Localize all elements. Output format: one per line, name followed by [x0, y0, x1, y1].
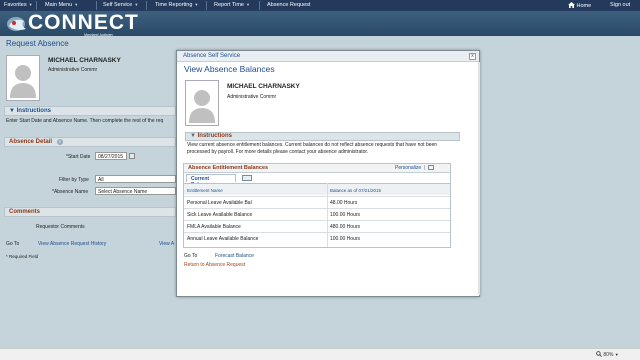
instructions-label: Instructions	[16, 108, 51, 114]
nav-favorites[interactable]: Favorites ▼	[4, 2, 33, 8]
personalize-link[interactable]: Personalize	[395, 165, 421, 171]
column-divider	[327, 183, 328, 247]
employee-photo	[6, 55, 40, 101]
nav-divider	[146, 1, 147, 10]
cell-entitlement: FMLA Available Balance	[187, 224, 241, 230]
close-icon[interactable]: x	[469, 53, 476, 60]
modal-employee-title: Administrative Commr	[227, 94, 277, 100]
grid-header-bar: Absence Entitlement Balances Personalize…	[184, 164, 450, 173]
modal-header-label: Absence Self Service	[183, 53, 241, 59]
nav-time-reporting-label: Time Reporting	[155, 2, 193, 8]
modal-instructions-text: View current absence entitlement balance…	[187, 142, 438, 155]
grid-column-header: Entitlement Name Balance as of 07/21/201…	[184, 183, 450, 195]
grid-title: Absence Entitlement Balances	[188, 165, 269, 171]
nav-home[interactable]: Home	[568, 2, 591, 9]
nav-divider	[36, 1, 37, 10]
modal-employee-photo	[185, 80, 219, 126]
filter-type-label: Filter by Type	[59, 177, 89, 183]
filter-type-select[interactable]: All	[95, 175, 176, 183]
comments-header: Comments	[4, 207, 176, 217]
required-field-note: * Required Field	[6, 254, 39, 259]
nav-divider	[259, 1, 260, 10]
entitlement-grid: Absence Entitlement Balances Personalize…	[183, 163, 451, 248]
chevron-down-icon: ▼	[614, 352, 619, 357]
collapse-arrow-icon: ▼	[190, 133, 196, 139]
top-nav-bar: Favorites ▼ Main Menu ▼ Self Service ▼ Time…	[0, 0, 640, 11]
table-row: FMLA Available Balance 480.00 Hours	[184, 220, 450, 232]
col-balance[interactable]: Balance as of 07/21/2015	[330, 188, 381, 193]
nav-home-label: Home	[576, 3, 592, 9]
nav-self-service-label: Self Service	[103, 2, 133, 8]
col-entitlement-name[interactable]: Entitlement Name	[187, 188, 223, 193]
cell-balance: 100.00 Hours	[330, 212, 361, 218]
table-row: Personal Leave Available Bal 48.00 Hours	[184, 196, 450, 208]
zoom-control[interactable]: 80% ▼	[596, 351, 619, 358]
table-row: Sick Leave Available Balance 100.00 Hours	[184, 208, 450, 220]
chevron-down-icon: ▼	[245, 2, 250, 7]
modal-instructions-label: Instructions	[197, 133, 232, 139]
help-icon[interactable]: ?	[56, 139, 63, 145]
absence-detail-header: Absence Detail ?	[4, 137, 176, 147]
modal-title: View Absence Balances	[184, 64, 275, 74]
nav-absence-request[interactable]: Absence Request	[267, 2, 310, 8]
page-title: Request Absence	[6, 39, 69, 48]
cell-entitlement: Personal Leave Available Bal	[187, 200, 252, 206]
person-icon	[10, 65, 36, 98]
person-icon	[189, 90, 215, 123]
nav-time-reporting[interactable]: Time Reporting ▼	[155, 2, 198, 8]
view-history-link[interactable]: View Absence Request History	[38, 241, 106, 247]
absence-name-label: *Absence Name	[52, 189, 89, 195]
cell-entitlement: Sick Leave Available Balance	[187, 212, 253, 218]
tab-current-balances[interactable]: Current Balances	[186, 174, 236, 188]
view-absence-link[interactable]: View A	[159, 241, 174, 247]
nav-self-service[interactable]: Self Service ▼	[103, 2, 138, 8]
nav-report-time-label: Report Time	[214, 2, 244, 8]
show-all-columns-icon[interactable]	[242, 175, 252, 181]
forecast-balance-link[interactable]: Forecast Balance	[215, 253, 254, 259]
employee-name: MICHAEL CHARNASKY	[48, 57, 121, 64]
cell-entitlement: Annual Leave Available Balance	[187, 236, 259, 242]
view-all-icon[interactable]	[428, 165, 434, 170]
grid-separator: |	[424, 165, 426, 171]
goto-label: Go To	[6, 241, 20, 247]
cell-balance: 480.00 Hours	[330, 224, 361, 230]
nav-report-time[interactable]: Report Time ▼	[214, 2, 250, 8]
browser-status-bar: 80% ▼	[0, 348, 640, 360]
nav-favorites-label: Favorites	[4, 2, 27, 8]
requestor-comments-label: Requestor Comments	[36, 224, 85, 230]
connect-logo: CONNECT	[28, 11, 139, 34]
instructions-section-header[interactable]: ▼ Instructions	[4, 106, 176, 116]
chevron-down-icon: ▼	[194, 2, 199, 7]
calendar-icon[interactable]	[129, 153, 135, 159]
modal-scrollbar[interactable]	[478, 62, 480, 295]
employee-title: Administrative Commr	[48, 67, 98, 73]
chevron-down-icon: ▼	[134, 2, 139, 7]
nav-main-menu-label: Main Menu	[45, 2, 73, 8]
instructions-text: Enter Start Date and Absence Name. Then …	[6, 118, 164, 124]
modal-header: Absence Self Service x	[177, 51, 479, 62]
cell-balance: 100.00 Hours	[330, 236, 361, 242]
collapse-arrow-icon: ▼	[9, 108, 15, 114]
absence-detail-label: Absence Detail	[9, 139, 53, 145]
table-row: Annual Leave Available Balance 100.00 Hou…	[184, 232, 450, 244]
start-date-label: *Start Date	[66, 154, 91, 160]
cell-balance: 48.00 Hours	[330, 200, 358, 206]
start-date-input[interactable]: 08/27/2015	[95, 152, 127, 160]
zoom-level: 80%	[603, 352, 614, 358]
home-icon	[568, 2, 575, 8]
nav-divider	[96, 1, 97, 10]
magnifier-icon	[596, 351, 602, 357]
sign-out-link[interactable]: Sign out	[610, 2, 630, 8]
chevron-down-icon: ▼	[28, 2, 33, 7]
nav-main-menu[interactable]: Main Menu ▼	[45, 2, 78, 8]
absence-name-select[interactable]: Select Absence Name	[95, 187, 176, 195]
modal-goto-label: Go To	[184, 253, 198, 259]
modal-instructions-header[interactable]: ▼ Instructions	[185, 132, 460, 141]
modal-employee-name: MICHAEL CHARNASKY	[227, 83, 300, 90]
nav-divider	[206, 1, 207, 10]
chevron-down-icon: ▼	[74, 2, 79, 7]
return-to-request-link[interactable]: Return to Absence Request	[184, 262, 245, 268]
